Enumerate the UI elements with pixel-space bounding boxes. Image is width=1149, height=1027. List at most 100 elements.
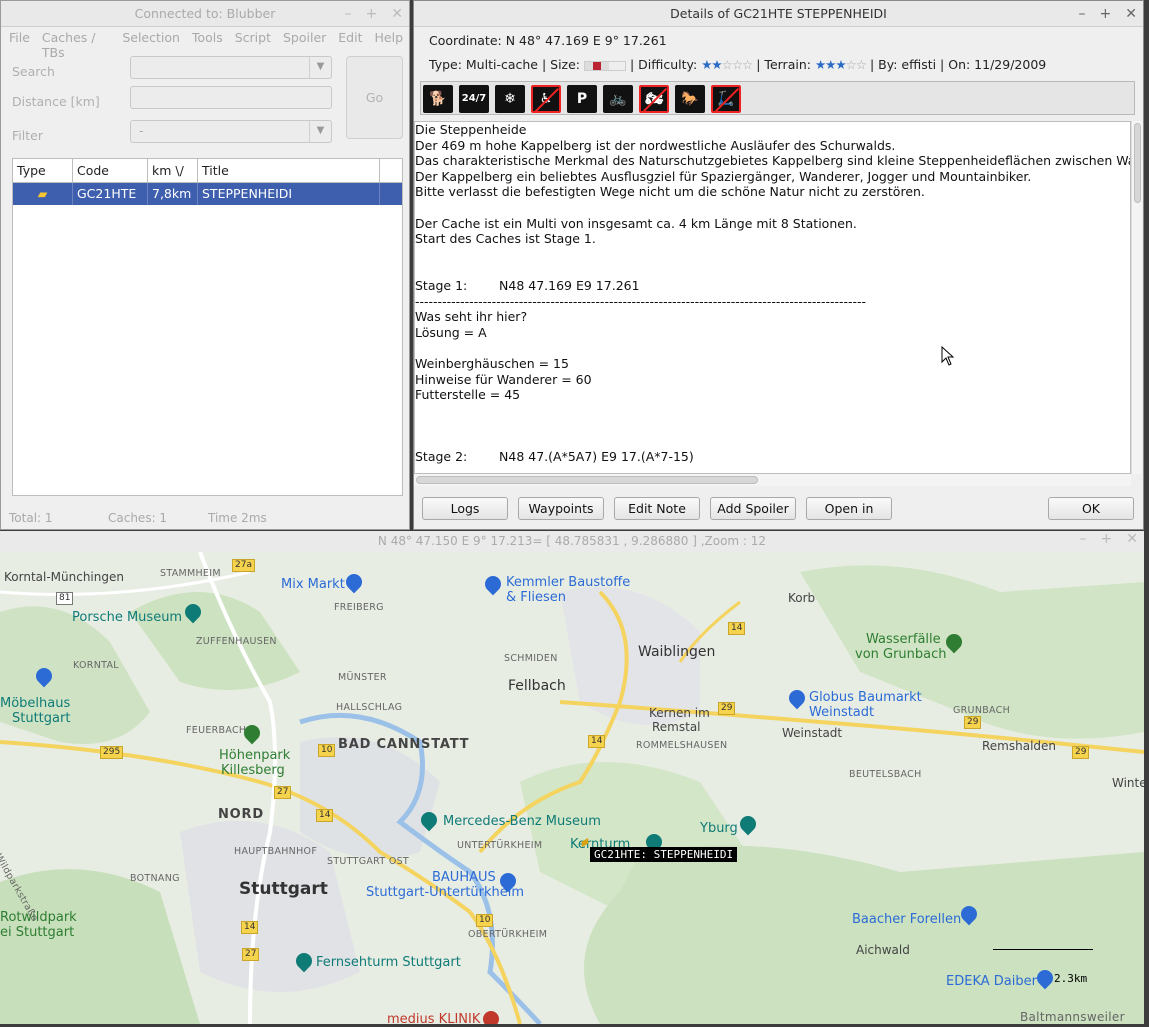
cache-map-label[interactable]: GC21HTE: STEPPENHEIDI [590,847,738,862]
add-spoiler-button[interactable]: Add Spoiler [710,497,796,520]
map-titlebar[interactable]: N 48° 47.150 E 9° 17.213= [ 48.785831 , … [0,531,1144,552]
open-in-browser-button[interactable]: Open in brows [806,497,892,520]
road-shield-27: 27 [274,786,292,799]
go-button[interactable]: Go [346,56,403,139]
place-stuttgart-ost: STUTTGART OST [327,856,410,867]
minimize-icon[interactable]: – [1080,529,1087,550]
type-size-text: Type: Multi-cache | Size: [429,57,581,72]
place-bad-cannstatt: BAD CANNSTATT [338,737,470,752]
column-type[interactable]: Type [13,159,73,182]
ok-button[interactable]: OK [1048,497,1134,520]
place-baltmannsweiler: Baltmannsweiler [1020,1010,1125,1024]
maximize-icon[interactable]: + [1101,529,1113,550]
maximize-icon[interactable]: + [366,1,378,27]
description-line [415,340,1130,356]
description-hscrollbar[interactable] [414,474,1131,486]
description-line: Der Cache ist ein Multi von insgesamt ca… [415,215,857,231]
filter-label: Filter [12,128,43,143]
poi-baacher-forellen[interactable]: Baacher Forellen [852,912,961,927]
description-line: Futterstelle = 45 [415,387,521,403]
chevron-down-icon[interactable]: ▼ [309,121,331,142]
poi-kemmler-1[interactable]: Kemmler Baustoffe [506,575,630,590]
poi-porsche-museum[interactable]: Porsche Museum [72,610,182,625]
poi-wasserfaelle-2[interactable]: von Grunbach [855,647,947,662]
menu-edit[interactable]: Edit [332,27,368,49]
road-shield-14-mid: 14 [588,735,606,748]
menu-help[interactable]: Help [369,27,410,49]
poi-medius-klinik[interactable]: medius KLINIK [387,1012,480,1024]
main-window-titlebar[interactable]: Connected to: Blubber – + ✕ [1,1,409,27]
column-title[interactable]: Title [198,159,380,182]
search-combo[interactable]: ▼ [130,56,332,79]
description-line: Der 469 m hohe Kappelberg ist der nordwe… [415,137,896,153]
road-shield-29-b: 29 [964,716,982,729]
poi-mix-markt[interactable]: Mix Markt [281,577,345,592]
poi-edeka-daiber[interactable]: EDEKA Daiber [946,974,1037,989]
poi-globus-1[interactable]: Globus Baumarkt [809,690,922,705]
main-window: Connected to: Blubber – + ✕ File Caches / … [0,0,410,530]
poi-bauhaus-1[interactable]: BAUHAUS [432,870,496,885]
description-line [415,247,1130,263]
filter-combo[interactable]: - ▼ [130,120,332,143]
parking-icon: P [567,85,597,113]
description-line: Stage 2: N48 47.(A*5A7) E9 17.(A*7-15) [415,449,694,465]
poi-wasserfaelle-1[interactable]: Wasserfälle [866,632,941,647]
map-view[interactable]: Korntal-Münchingen STAMMHEIM Mix Markt K… [0,552,1144,1024]
column-code[interactable]: Code [73,159,148,182]
distance-input[interactable] [130,86,332,109]
table-row[interactable]: ▰ GC21HTE 7,8km STEPPENHEIDI [13,183,402,205]
vscroll-thumb[interactable] [1134,123,1141,203]
poi-fernsehturm[interactable]: Fernsehturm Stuttgart [316,955,461,970]
minimize-icon[interactable]: – [345,1,352,27]
poi-moebelhaus-1[interactable]: Möbelhaus [0,696,70,711]
minimize-icon[interactable]: – [1079,1,1086,27]
poi-hoehenpark-1[interactable]: Höhenpark [219,748,290,763]
edit-note-button[interactable]: Edit Note [614,497,700,520]
poi-globus-2[interactable]: Weinstadt [809,705,874,720]
description-line [415,418,1130,434]
difficulty-stars: ★★☆☆☆ [701,57,753,72]
description-line: ----------------------------------------… [415,293,867,309]
menu-bar: File Caches / TBs Selection Tools Script… [1,27,410,60]
chevron-down-icon[interactable]: ▼ [309,57,331,78]
go-button-label: Go [365,90,384,105]
poi-rotwildpark-2[interactable]: ei Stuttgart [0,925,74,940]
description-line [415,434,1130,450]
poi-yburg[interactable]: Yburg [700,821,738,836]
menu-script[interactable]: Script [229,27,277,49]
column-km[interactable]: km \/ [148,159,198,182]
menu-tools[interactable]: Tools [186,27,229,49]
close-icon[interactable]: ✕ [1126,529,1138,550]
place-zuffenhausen: ZUFFENHAUSEN [196,636,277,647]
poi-kemmler-2[interactable]: & Fliesen [506,590,566,605]
road-shield-29-a: 29 [718,702,736,715]
status-total: Total: 1 [9,511,53,525]
wheelchair-icon: ♿ [531,85,561,113]
description-vscrollbar[interactable] [1131,121,1142,474]
poi-mercedes-benz-museum[interactable]: Mercedes-Benz Museum [443,814,601,829]
menu-caches-tbs[interactable]: Caches / TBs [36,27,116,60]
menu-selection[interactable]: Selection [116,27,186,49]
table-header: Type Code km \/ Title [13,159,402,183]
description-line [415,262,1130,278]
logs-button[interactable]: Logs [422,497,508,520]
row-title: STEPPENHEIDI [198,183,380,205]
menu-file[interactable]: File [3,27,36,49]
hscroll-thumb[interactable] [416,476,758,484]
poi-hoehenpark-2[interactable]: Killesberg [221,763,285,778]
details-window-titlebar[interactable]: Details of GC21HTE STEPPENHEIDI – + ✕ [414,1,1143,27]
place-winte: Winte [1112,776,1144,790]
place-rommelshausen: ROMMELSHAUSEN [636,740,728,751]
close-icon[interactable]: ✕ [1125,1,1137,27]
place-stammheim: STAMMHEIM [160,568,221,579]
poi-bauhaus-2[interactable]: Stuttgart-Untertürkheim [366,885,524,900]
place-aichwald: Aichwald [856,943,910,957]
close-icon[interactable]: ✕ [391,1,403,27]
menu-spoiler[interactable]: Spoiler [277,27,332,49]
waypoints-button[interactable]: Waypoints [518,497,604,520]
description-pane[interactable]: Die Steppenheide Der 469 m hohe Kappelber… [414,121,1131,474]
maximize-icon[interactable]: + [1100,1,1112,27]
description-line: Die Steppenheide [415,122,527,137]
poi-moebelhaus-2[interactable]: Stuttgart [12,711,70,726]
description-line: Lösung = A [415,324,487,340]
